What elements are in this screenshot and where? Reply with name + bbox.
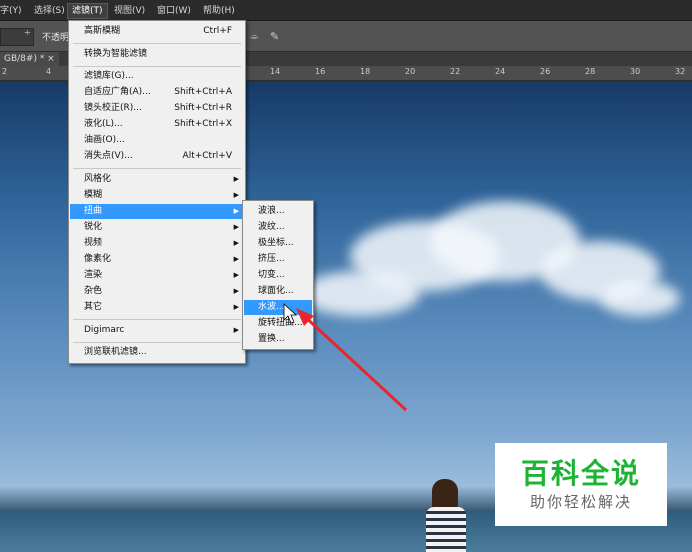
watermark-subtitle: 助你轻松解决 xyxy=(529,493,632,511)
arrow-shaft xyxy=(300,312,408,412)
mouse-pointer-icon xyxy=(283,303,298,324)
watermark: 百科全说 助你轻松解决 xyxy=(495,443,667,526)
watermark-title: 百科全说 xyxy=(520,457,641,490)
